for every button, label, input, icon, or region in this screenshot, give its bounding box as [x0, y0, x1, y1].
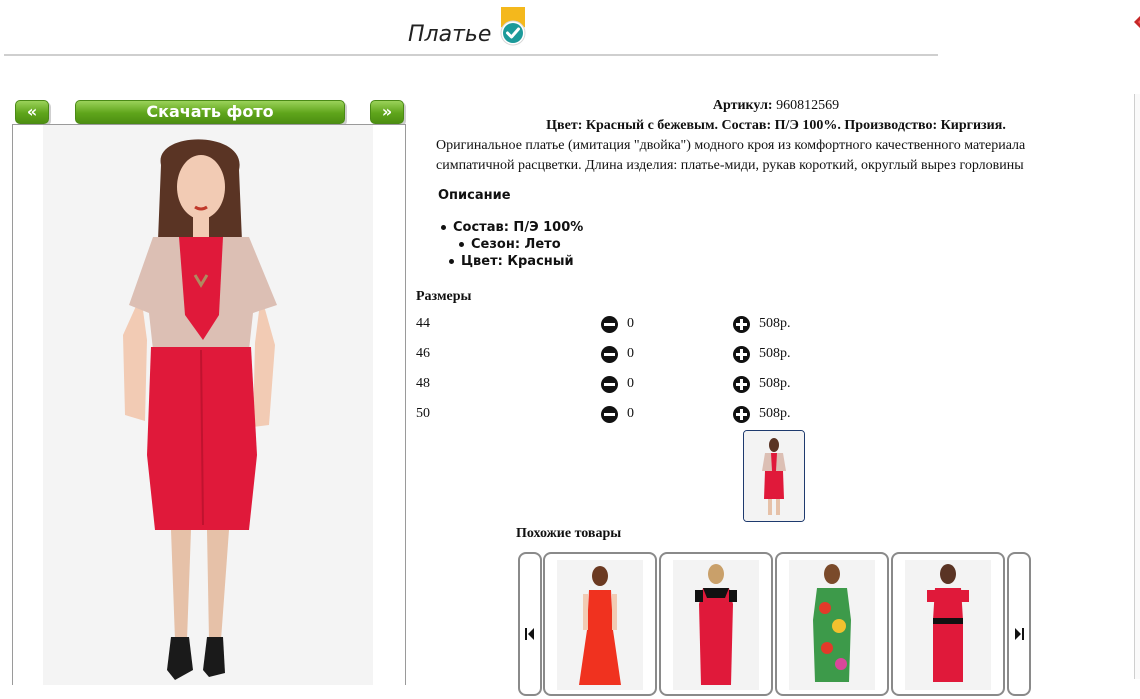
property-text: Цвет: Красный — [461, 254, 574, 269]
main-product-photo[interactable] — [43, 125, 373, 685]
quantity-value: 0 — [627, 376, 634, 391]
article-line: Артикул: 960812569 — [436, 96, 1116, 116]
quantity-value: 0 — [627, 406, 634, 421]
similar-product-image — [673, 560, 759, 690]
product-summary: Цвет: Красный с бежевым. Состав: П/Э 100… — [546, 118, 1006, 133]
bullet-icon — [459, 242, 464, 247]
carousel-prev-button[interactable] — [518, 552, 542, 696]
description-line-1: Оригинальное платье (имитация "двойка") … — [436, 138, 1026, 153]
photo-thumbnail[interactable] — [743, 430, 805, 522]
size-label: 48 — [416, 376, 430, 391]
carousel-next-button[interactable] — [1007, 552, 1031, 696]
size-row: 50 0 508р. — [416, 403, 836, 425]
property-item: Сезон: Лето — [459, 237, 561, 252]
similar-product-card[interactable] — [659, 552, 773, 696]
sizes-title: Размеры — [416, 289, 472, 304]
property-text: Сезон: Лето — [471, 237, 561, 252]
size-label: 50 — [416, 406, 430, 421]
property-item: Цвет: Красный — [449, 254, 574, 269]
similar-product-image — [789, 560, 875, 690]
prev-photo-button[interactable]: « — [15, 100, 49, 124]
quantity-value: 0 — [627, 346, 634, 361]
close-icon[interactable] — [1128, 8, 1140, 38]
minus-circle-icon[interactable] — [601, 376, 618, 393]
minus-circle-icon[interactable] — [601, 316, 618, 333]
bullet-icon — [449, 259, 454, 264]
bullet-icon — [441, 225, 446, 230]
similar-product-card[interactable] — [775, 552, 889, 696]
size-row: 46 0 508р. — [416, 343, 836, 365]
check-badge-icon — [499, 7, 527, 47]
main-photo-frame — [12, 124, 406, 685]
skip-next-icon — [1015, 628, 1024, 640]
price-value: 508р. — [759, 316, 791, 331]
description-line-2: симпатичной расцветки. Длина изделия: пл… — [436, 158, 1024, 173]
plus-circle-icon[interactable] — [733, 376, 750, 393]
next-photo-button[interactable]: » — [370, 100, 404, 124]
quantity-value: 0 — [627, 316, 634, 331]
property-item: Состав: П/Э 100% — [441, 220, 583, 235]
size-label: 44 — [416, 316, 430, 331]
plus-circle-icon[interactable] — [733, 406, 750, 423]
size-label: 46 — [416, 346, 430, 361]
similar-product-image — [905, 560, 991, 690]
skip-previous-icon — [525, 628, 534, 640]
similar-products-title: Похожие товары — [516, 526, 622, 541]
similar-product-card[interactable] — [891, 552, 1005, 696]
minus-circle-icon[interactable] — [601, 406, 618, 423]
similar-product-image — [557, 560, 643, 690]
page-title: Платье — [408, 22, 492, 47]
price-value: 508р. — [759, 376, 791, 391]
size-row: 44 0 508р. — [416, 313, 836, 335]
article-value: 960812569 — [776, 98, 840, 113]
price-value: 508р. — [759, 406, 791, 421]
price-value: 508р. — [759, 346, 791, 361]
property-text: Состав: П/Э 100% — [453, 220, 584, 235]
minus-circle-icon[interactable] — [601, 346, 618, 363]
product-info: Артикул: 960812569 Цвет: Красный с бежев… — [436, 96, 1116, 176]
size-row: 48 0 508р. — [416, 373, 836, 395]
article-label: Артикул: — [712, 98, 773, 113]
plus-circle-icon[interactable] — [733, 316, 750, 333]
download-photo-button[interactable]: Скачать фото — [75, 100, 345, 124]
description-heading: Описание — [438, 188, 511, 203]
scrollbar[interactable] — [1134, 94, 1140, 679]
plus-circle-icon[interactable] — [733, 346, 750, 363]
similar-product-card[interactable] — [543, 552, 657, 696]
